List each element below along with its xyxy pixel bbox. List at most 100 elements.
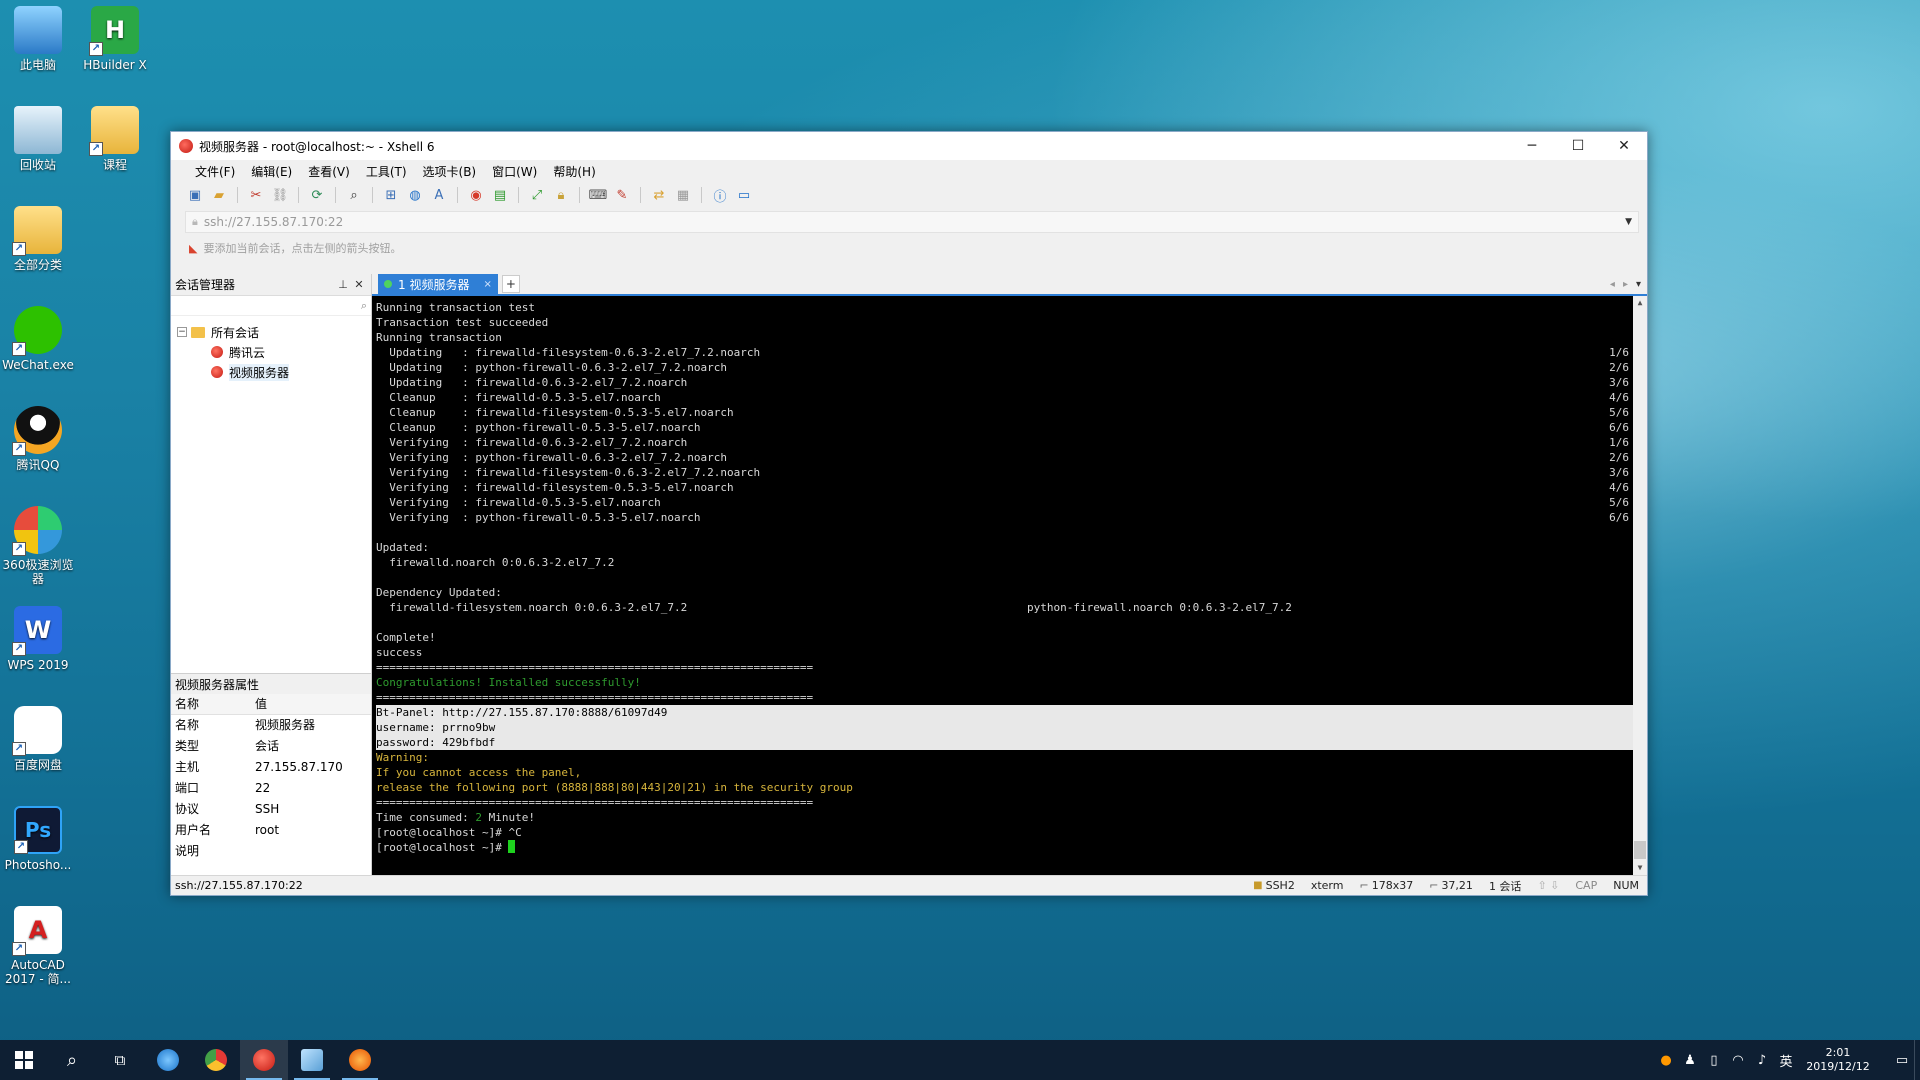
- menu-item-4[interactable]: 选项卡(B): [415, 163, 485, 180]
- new-session-icon[interactable]: ▣: [185, 185, 205, 205]
- menu-item-2[interactable]: 查看(V): [300, 163, 358, 180]
- scrollbar-thumb[interactable]: [1634, 841, 1646, 859]
- reconnect-icon[interactable]: ⟳: [307, 185, 327, 205]
- tab-next-icon[interactable]: ▸: [1623, 279, 1628, 290]
- desktop-icon-wechat[interactable]: ↗ WeChat.exe: [0, 306, 78, 372]
- tab-prev-icon[interactable]: ◂: [1610, 279, 1615, 290]
- tab-video-server[interactable]: 1 视频服务器 ×: [378, 274, 498, 294]
- desktop-icon-photoshop[interactable]: Ps ↗ Photosho...: [0, 806, 78, 872]
- folder-icon: [191, 326, 205, 338]
- session-search[interactable]: ⌕: [171, 296, 371, 316]
- minimize-button[interactable]: ─: [1509, 132, 1555, 160]
- help-icon[interactable]: ⓘ: [710, 185, 730, 205]
- task-view-icon: ⧉: [114, 1051, 126, 1069]
- scroll-down-icon[interactable]: ▼: [1633, 861, 1647, 875]
- shortcut-arrow-icon: ↗: [12, 342, 26, 356]
- tree-session-tencent[interactable]: 腾讯云: [171, 342, 371, 362]
- tree-root[interactable]: − 所有会话: [171, 322, 371, 342]
- desktop-icon-computer[interactable]: 此电脑: [0, 6, 78, 72]
- connect-icon[interactable]: ✂: [246, 185, 266, 205]
- property-row[interactable]: 名称 视频服务器: [171, 714, 371, 735]
- taskbar-xshell[interactable]: [240, 1040, 288, 1080]
- open-folder-icon[interactable]: ▰: [209, 185, 229, 205]
- desktop-icon-folder[interactable]: ↗ 全部分类: [0, 206, 78, 272]
- desktop-icon-recycle-bin[interactable]: 回收站: [0, 106, 78, 172]
- collapse-icon[interactable]: −: [177, 327, 187, 337]
- desktop-icon-qq[interactable]: ↗ 腾讯QQ: [0, 406, 78, 472]
- tab-list-icon[interactable]: ▾: [1636, 279, 1641, 290]
- property-row[interactable]: 协议 SSH: [171, 798, 371, 819]
- tray-qq-icon[interactable]: ♟: [1678, 1053, 1702, 1068]
- desktop-icon-hbuilder[interactable]: H ↗ HBuilder X: [75, 6, 155, 72]
- bookmark-icon[interactable]: ◣: [189, 242, 197, 255]
- toolbar: ▣ ▰ ✂ ⛓ ⟳ ⌕ ⊞ ◍ A ◉ ▤ ⤢ 🔒︎ ⌨ ✎ ⇄ ▦ ⓘ ▭: [171, 182, 1647, 208]
- panel-close-icon[interactable]: ✕: [351, 278, 367, 291]
- session-label: 视频服务器: [229, 363, 290, 381]
- script-icon[interactable]: ▤: [490, 185, 510, 205]
- tree-session-video-server[interactable]: 视频服务器: [171, 362, 371, 382]
- property-row[interactable]: 主机 27.155.87.170: [171, 756, 371, 777]
- menu-item-3[interactable]: 工具(T): [358, 163, 415, 180]
- scroll-up-icon[interactable]: ▲: [1633, 296, 1647, 310]
- transfer-icon[interactable]: ⇄: [649, 185, 669, 205]
- desktop-icon-baidu-netdisk[interactable]: ↗ 百度网盘: [0, 706, 78, 772]
- show-desktop-button[interactable]: [1914, 1040, 1920, 1080]
- properties-col-value[interactable]: 值: [251, 694, 371, 715]
- xftp-icon[interactable]: ◉: [466, 185, 486, 205]
- font-icon[interactable]: A: [429, 185, 449, 205]
- chat-icon[interactable]: ▭: [734, 185, 754, 205]
- network-icon[interactable]: ◠: [1726, 1053, 1750, 1068]
- terminal-line-text: success: [376, 646, 423, 659]
- taskbar-chrome[interactable]: [192, 1040, 240, 1080]
- address-input[interactable]: 🔒︎ ssh://27.155.87.170:22 ▼: [185, 211, 1639, 233]
- fullscreen-icon[interactable]: ⤢: [527, 185, 547, 205]
- address-dropdown-icon[interactable]: ▼: [1625, 217, 1632, 227]
- browser-360-icon: ↗: [12, 506, 62, 556]
- close-button[interactable]: ✕: [1601, 132, 1647, 160]
- lock-icon[interactable]: 🔒︎: [551, 185, 571, 205]
- menu-item-0[interactable]: 文件(F): [187, 163, 243, 180]
- ime-indicator[interactable]: 英: [1774, 1051, 1798, 1070]
- terminal-line: password: 429bfbdf: [376, 735, 1633, 750]
- properties-icon[interactable]: ⊞: [381, 185, 401, 205]
- find-icon[interactable]: ⌕: [344, 185, 364, 205]
- title-bar[interactable]: 视频服务器 - root@localhost:~ - Xshell 6 ─ ☐ …: [171, 132, 1647, 160]
- protocol-text: SSH2: [1265, 879, 1295, 892]
- taskbar-ie[interactable]: [144, 1040, 192, 1080]
- terminal-output[interactable]: Running transaction test Transaction test…: [372, 296, 1647, 875]
- property-row[interactable]: 类型 会话: [171, 735, 371, 756]
- compose-icon[interactable]: ✎: [612, 185, 632, 205]
- property-row[interactable]: 用户名 root: [171, 819, 371, 840]
- desktop-icon-wps[interactable]: W ↗ WPS 2019: [0, 606, 78, 672]
- property-row[interactable]: 端口 22: [171, 777, 371, 798]
- task-view-button[interactable]: ⧉: [96, 1040, 144, 1080]
- properties-col-name[interactable]: 名称: [171, 694, 251, 715]
- menu-item-5[interactable]: 窗口(W): [484, 163, 545, 180]
- maximize-button[interactable]: ☐: [1555, 132, 1601, 160]
- status-protocol: ■ SSH2: [1245, 879, 1303, 892]
- layout-icon[interactable]: ▦: [673, 185, 693, 205]
- menu-item-6[interactable]: 帮助(H): [545, 163, 603, 180]
- add-tab-button[interactable]: +: [501, 275, 520, 293]
- taskbar-notepad[interactable]: [288, 1040, 336, 1080]
- desktop-icon-autocad[interactable]: A ↗ AutoCAD 2017 - 简...: [0, 906, 78, 986]
- tray-battery-icon[interactable]: ▯: [1702, 1053, 1726, 1068]
- tray-app-icon[interactable]: ●: [1654, 1053, 1678, 1068]
- globe-icon[interactable]: ◍: [405, 185, 425, 205]
- desktop-icon-browser-360[interactable]: ↗ 360极速浏览器: [0, 506, 78, 586]
- icon-glyph: Ps: [24, 818, 52, 842]
- pin-icon[interactable]: ⊥: [335, 278, 351, 291]
- tab-close-icon[interactable]: ×: [483, 279, 491, 290]
- volume-icon[interactable]: ♪: [1750, 1053, 1774, 1068]
- search-button[interactable]: ⌕: [48, 1040, 96, 1080]
- desktop-icon-folder[interactable]: ↗ 课程: [75, 106, 155, 172]
- keyboard-icon[interactable]: ⌨: [588, 185, 608, 205]
- start-button[interactable]: [0, 1040, 48, 1080]
- taskbar-app[interactable]: [336, 1040, 384, 1080]
- property-row[interactable]: 说明: [171, 840, 371, 861]
- notification-icon[interactable]: ▭: [1890, 1053, 1914, 1068]
- menu-item-1[interactable]: 编辑(E): [243, 163, 300, 180]
- disconnect-icon[interactable]: ⛓: [270, 185, 290, 205]
- terminal-scrollbar[interactable]: ▲ ▼: [1633, 296, 1647, 875]
- clock[interactable]: 2:01 2019/12/12: [1798, 1046, 1878, 1074]
